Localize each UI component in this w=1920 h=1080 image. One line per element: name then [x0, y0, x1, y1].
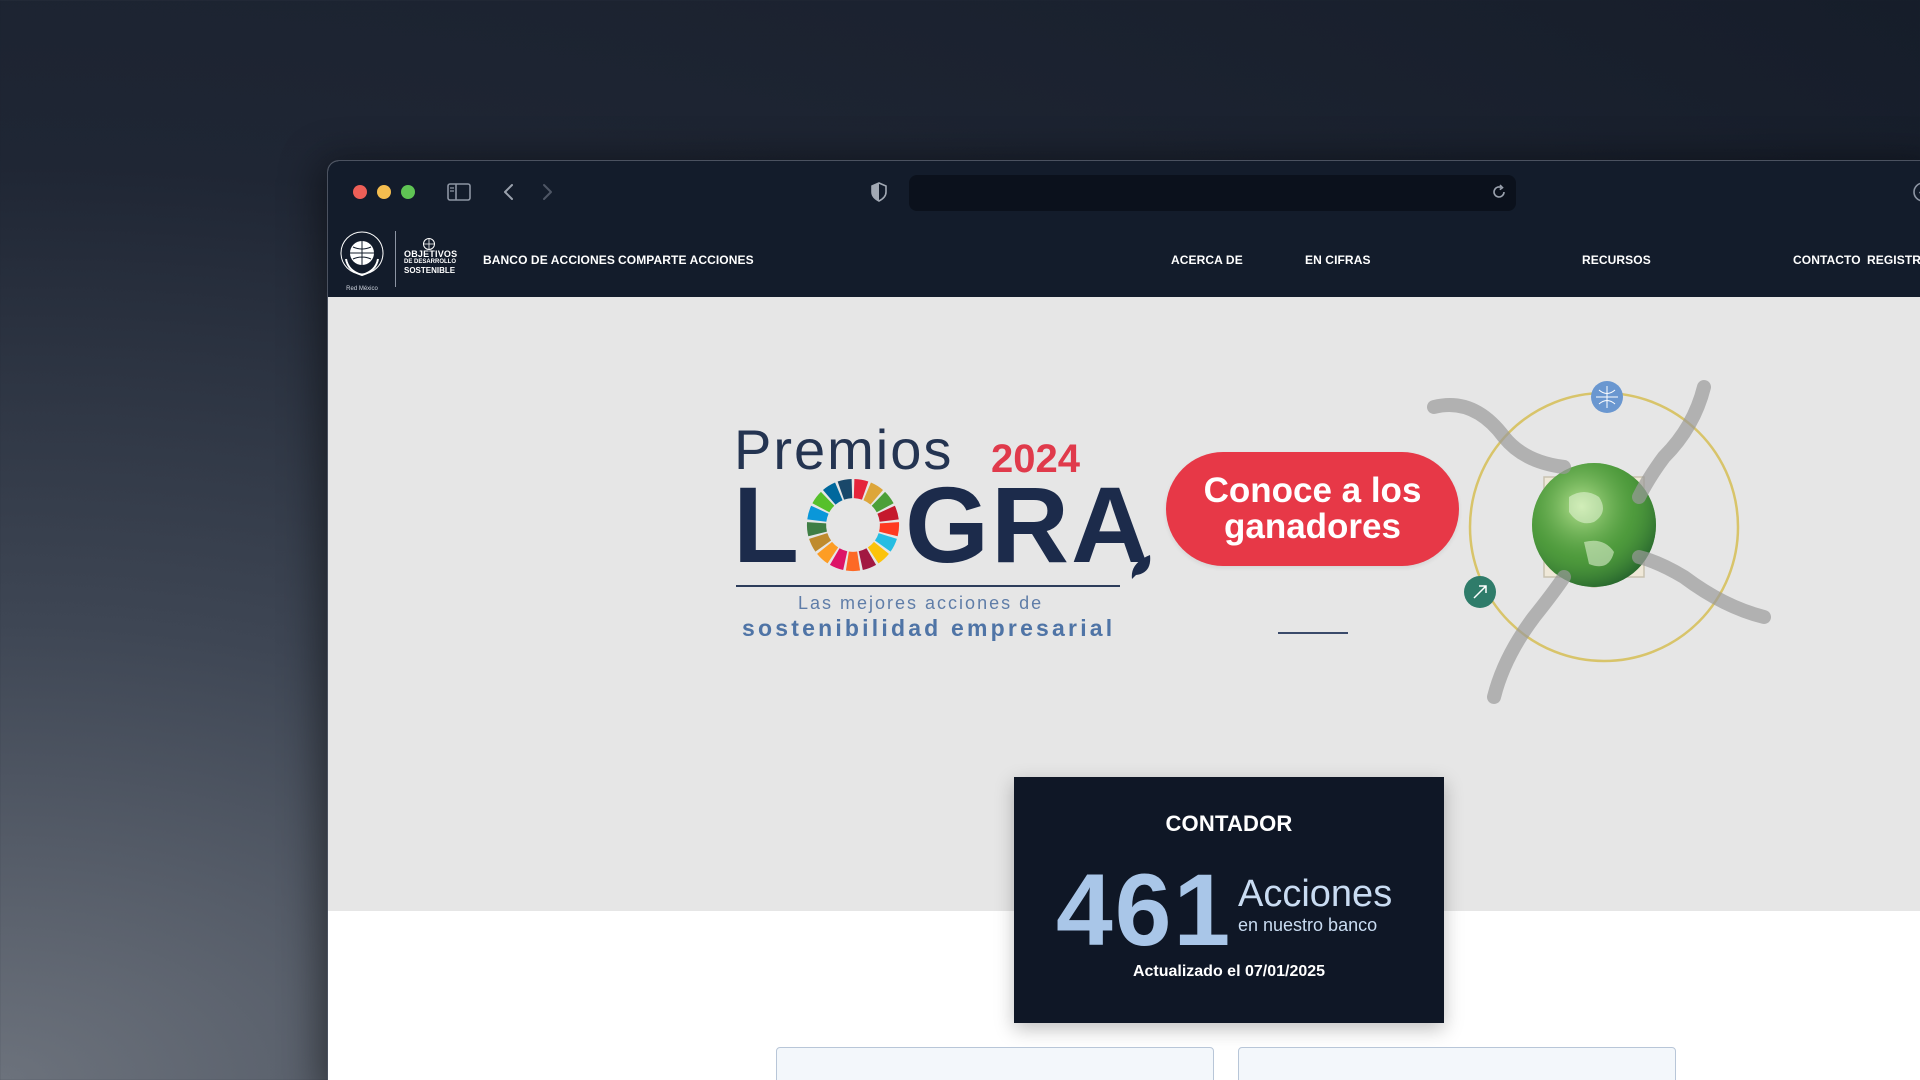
- globe-puzzle-hands-illustration: [1427, 380, 1771, 704]
- logo-divider: [395, 231, 396, 287]
- ods-logo-line2: DE DESARROLLO: [404, 259, 457, 265]
- logo-un-caption: Red México: [346, 286, 378, 292]
- nav-en-cifras[interactable]: EN CIFRAS: [1305, 253, 1371, 267]
- conoce-ganadores-button[interactable]: Conoce a los ganadores: [1166, 452, 1459, 566]
- content-card-left[interactable]: [776, 1047, 1214, 1080]
- browser-toolbar: [328, 161, 1920, 223]
- back-icon[interactable]: [498, 178, 518, 206]
- address-bar[interactable]: [909, 175, 1516, 211]
- nav-banco-de-acciones[interactable]: BANCO DE ACCIONES: [483, 253, 615, 267]
- sidebar-icon[interactable]: [446, 178, 472, 206]
- tagline-line1: Las mejores acciones de: [798, 593, 1044, 613]
- leaf-icon: [1131, 555, 1151, 579]
- sdg-wheel-icon: [806, 478, 900, 572]
- counter-number: 461: [1056, 853, 1233, 967]
- tagline-line2: sostenibilidad empresarial: [742, 615, 1116, 641]
- close-window-button[interactable]: [353, 185, 367, 199]
- logra-letters-gra: GRA: [904, 464, 1151, 585]
- sdg-wheel-segment: [806, 522, 827, 537]
- nav-comparte-acciones[interactable]: COMPARTE ACCIONES: [618, 253, 754, 267]
- counter-updated-date: Actualizado el 07/01/2025: [1132, 963, 1326, 980]
- logra-underline: [736, 585, 1120, 587]
- ods-logo[interactable]: OBJETIVOS DE DESARROLLO SOSTENIBLE: [404, 237, 464, 283]
- nav-registro[interactable]: REGISTR: [1867, 253, 1920, 267]
- logra-wordmark: L GRA: [733, 464, 1151, 585]
- counter-sublabel: en nuestro banco: [1238, 915, 1378, 935]
- minimize-window-button[interactable]: [377, 185, 391, 199]
- cta-line1: Conoce a los: [1203, 471, 1422, 510]
- actions-counter-card: CONTADOR 461 Acciones en nuestro banco A…: [1014, 777, 1444, 1023]
- sdg-wheel-segment: [879, 522, 900, 537]
- counter-label: Acciones: [1238, 873, 1393, 915]
- download-icon[interactable]: [1908, 178, 1920, 206]
- reload-icon[interactable]: [1490, 183, 1508, 206]
- ods-logo-line3: SOSTENIBLE: [404, 266, 456, 275]
- nav-contacto[interactable]: CONTACTO: [1793, 253, 1861, 267]
- cta-line2: ganadores: [1223, 507, 1401, 546]
- forward-icon[interactable]: [538, 178, 558, 206]
- browser-window: Red México OBJETIVOS DE DESARROLLO SOSTE…: [327, 160, 1920, 1080]
- shield-icon[interactable]: [868, 178, 890, 206]
- maximize-window-button[interactable]: [401, 185, 415, 199]
- site-navbar: Red México OBJETIVOS DE DESARROLLO SOSTE…: [328, 223, 1920, 297]
- nav-recursos[interactable]: RECURSOS: [1582, 253, 1651, 267]
- un-global-compact-logo[interactable]: Red México: [338, 229, 386, 292]
- content-card-right[interactable]: [1238, 1047, 1676, 1080]
- sdg-wheel-segment: [845, 551, 861, 572]
- counter-title: CONTADOR: [1165, 811, 1293, 836]
- carousel-indicator[interactable]: [1278, 632, 1348, 634]
- logra-letter-l: L: [733, 464, 801, 585]
- nav-acerca-de[interactable]: ACERCA DE: [1171, 253, 1243, 267]
